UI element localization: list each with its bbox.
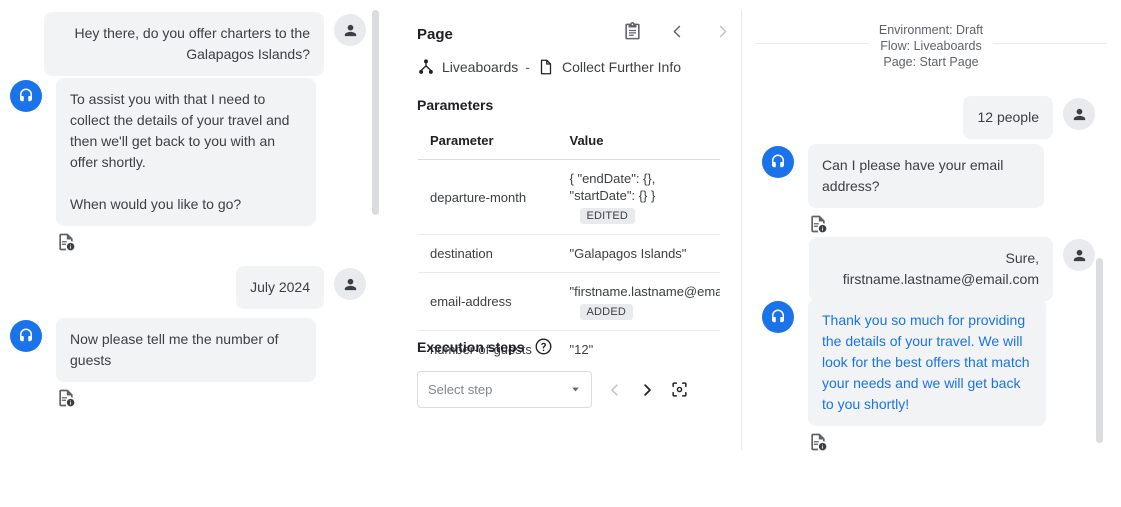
person-icon [342, 22, 359, 39]
parameters-label: Parameters [417, 97, 493, 113]
table-row: email-address "firstname.lastname@ema AD… [418, 273, 721, 331]
cell-parameter-value: { "endDate": {}, "startDate": {} } EDITE… [558, 160, 721, 235]
chat-bubble-text: Thank you so much for providing the deta… [808, 299, 1046, 426]
breadcrumb-page-label[interactable]: Collect Further Info [562, 59, 681, 75]
cell-parameter-value: "Galapagos Islands" [558, 235, 721, 273]
table-header-row: Parameter Value [418, 122, 721, 160]
value-text: "12" [570, 341, 709, 358]
simulator-preview-panel: Environment: Draft Flow: Liveaboards Pag… [741, 0, 1121, 507]
header-flow: Flow: Liveaboards [879, 38, 983, 54]
message-info-icon[interactable] [56, 232, 316, 257]
center-focus-button[interactable] [670, 380, 689, 399]
page-icon [537, 58, 555, 76]
execution-prev-button[interactable] [606, 381, 624, 399]
header-page: Page: Start Page [879, 54, 983, 70]
chevron-left-icon[interactable] [668, 22, 687, 41]
breadcrumb: Liveaboards - Collect Further Info [417, 58, 681, 76]
help-circle-icon[interactable] [534, 337, 553, 356]
simulator-context-header: Environment: Draft Flow: Liveaboards Pag… [755, 22, 1107, 71]
chevron-right-icon [638, 381, 656, 399]
person-icon [342, 276, 359, 293]
cell-parameter-value: "firstname.lastname@ema ADDED [558, 273, 721, 331]
user-avatar [1063, 239, 1095, 271]
chevron-down-icon [570, 384, 581, 395]
chat-bubble-text: 12 people [963, 96, 1053, 139]
message-info-icon[interactable] [808, 214, 1044, 239]
headset-icon [17, 327, 35, 345]
message-info-icon[interactable] [808, 432, 1046, 457]
chat-bubble-text: Hey there, do you offer charters to the … [44, 12, 324, 76]
agent-avatar [10, 320, 42, 352]
chat-message-agent: Can I please have your email address? [762, 144, 1082, 239]
description-info-icon [56, 232, 76, 252]
breadcrumb-separator: - [525, 59, 530, 75]
chevron-left-icon [606, 381, 624, 399]
left-conversation-panel: Hey there, do you offer charters to the … [0, 0, 390, 507]
cell-parameter-name: departure-month [418, 160, 558, 235]
headset-icon [769, 308, 787, 326]
execution-steps-label: Execution steps [417, 339, 524, 355]
chat-message-user: 12 people [741, 96, 1095, 139]
panel-divider [741, 10, 742, 450]
chat-bubble-text: Can I please have your email address? [808, 144, 1044, 208]
center-focus-icon [670, 380, 689, 399]
agent-avatar [762, 146, 794, 178]
execution-steps-controls: Select step [417, 371, 689, 408]
cell-parameter-name: email-address [418, 273, 558, 331]
column-header-value: Value [558, 122, 721, 160]
account-tree-icon [417, 58, 435, 76]
agent-avatar [10, 80, 42, 112]
execution-steps-header: Execution steps [417, 337, 553, 356]
status-badge: ADDED [580, 304, 634, 320]
agent-avatar [762, 301, 794, 333]
right-panel-scrollbar[interactable] [1096, 258, 1103, 443]
header-environment: Environment: Draft [879, 22, 983, 38]
message-info-icon[interactable] [56, 388, 316, 413]
parameters-table: Parameter Value departure-month { "endDa… [417, 121, 721, 369]
value-text: "Galapagos Islands" [570, 245, 709, 262]
left-panel-scrollbar[interactable] [372, 10, 379, 215]
chat-message-user: July 2024 [0, 266, 366, 309]
chat-bubble-text: Sure, firstname.lastname@email.com [809, 237, 1053, 301]
user-avatar [1063, 98, 1095, 130]
table-row: destination "Galapagos Islands" [418, 235, 721, 273]
chat-message-agent: Now please tell me the number of guests [10, 318, 350, 413]
headset-icon [17, 87, 35, 105]
select-step-placeholder: Select step [428, 382, 570, 397]
chat-message-agent: To assist you with that I need to collec… [10, 78, 350, 257]
user-avatar [334, 268, 366, 300]
cell-parameter-name: destination [418, 235, 558, 273]
inspector-toolbar [623, 22, 732, 41]
user-avatar [334, 14, 366, 46]
person-icon [1071, 106, 1088, 123]
chat-bubble-text: To assist you with that I need to collec… [56, 78, 316, 226]
headset-icon [769, 153, 787, 171]
description-info-icon [808, 432, 828, 452]
status-badge: EDITED [580, 208, 636, 224]
description-info-icon [808, 214, 828, 234]
value-text: { "endDate": {}, "startDate": {} } [570, 170, 709, 204]
chat-message-agent: Thank you so much for providing the deta… [762, 299, 1082, 457]
chat-bubble-text: July 2024 [236, 266, 324, 309]
execution-next-button[interactable] [638, 381, 656, 399]
description-info-icon [56, 388, 76, 408]
value-text: "firstname.lastname@ema [570, 283, 709, 300]
cell-parameter-value: "12" [558, 331, 721, 369]
breadcrumb-flow-label[interactable]: Liveaboards [442, 59, 518, 75]
page-inspector-panel: Page Liveaboards [405, 0, 735, 507]
chat-bubble-text: Now please tell me the number of guests [56, 318, 316, 382]
person-icon [1071, 247, 1088, 264]
table-row: departure-month { "endDate": {}, "startD… [418, 160, 721, 235]
chat-message-user: Hey there, do you offer charters to the … [0, 12, 366, 76]
chat-message-user: Sure, firstname.lastname@email.com [741, 237, 1095, 301]
column-header-parameter: Parameter [418, 122, 558, 160]
clipboard-icon[interactable] [623, 22, 642, 41]
header-text-block: Environment: Draft Flow: Liveaboards Pag… [869, 22, 993, 70]
chevron-right-icon[interactable] [713, 22, 732, 41]
page-title: Page [417, 26, 453, 43]
select-step-dropdown[interactable]: Select step [417, 371, 592, 408]
